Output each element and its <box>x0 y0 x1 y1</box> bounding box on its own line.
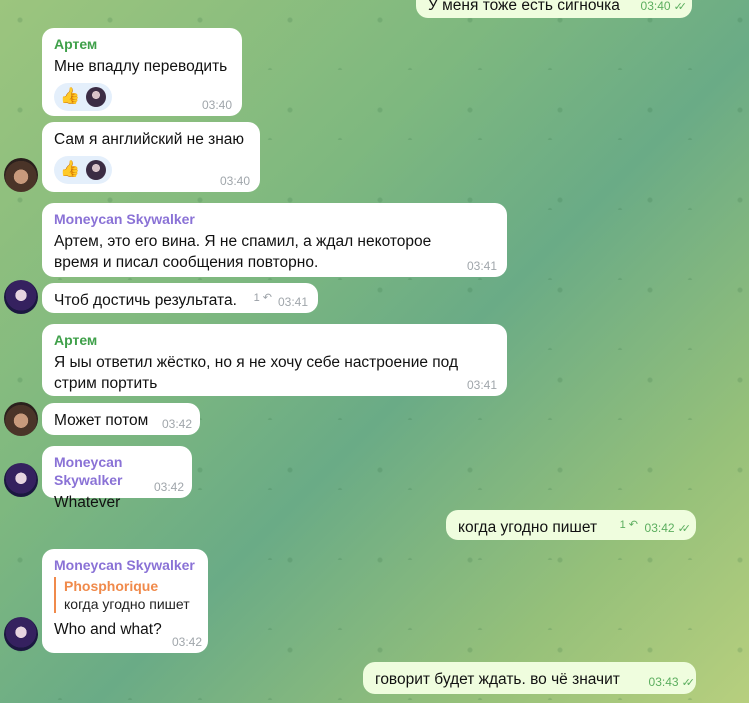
message-time: 03:40 <box>201 98 232 112</box>
reply-quote[interactable]: Phosphorique когда угодно пишет <box>54 577 196 613</box>
reactions-row: 👍 <box>54 156 248 184</box>
avatar[interactable] <box>4 463 38 497</box>
sender-name: Артем <box>54 36 98 52</box>
thumbs-up-icon: 👍 <box>60 161 80 178</box>
message-time: 03:42 <box>161 417 192 431</box>
message-time: 03:42 <box>171 635 202 649</box>
message-bubble-incoming[interactable]: Moneycan Skywalker Phosphorique когда уг… <box>42 549 208 653</box>
message-bubble-incoming[interactable]: Moneycan Skywalker Артем, это его вина. … <box>42 203 507 277</box>
message-bubble-incoming[interactable]: Чтоб достичь результата. 1 ↶ 03:41 <box>42 283 318 313</box>
reply-arrow-icon: ↶ <box>628 519 638 531</box>
message-text: Whatever <box>54 494 121 511</box>
message-text: Артем, это его вина. Я не спамил, а ждал… <box>54 233 432 271</box>
message-bubble-incoming[interactable]: Артем Я ыы ответил жёстко, но я не хочу … <box>42 324 507 396</box>
sender-name: Артем <box>54 332 98 348</box>
sender-name: Moneycan Skywalker <box>54 211 195 227</box>
message-bubble-incoming[interactable]: Moneycan Skywalker Whatever 03:42 <box>42 446 192 511</box>
message-text: Мне впадлу переводить <box>54 58 228 75</box>
message-text: У меня тоже есть сигночка <box>428 0 620 14</box>
message-time: 03:40 <box>219 174 250 188</box>
message-text: Чтоб достичь результата. <box>54 292 237 309</box>
double-check-icon: ✓✓ <box>673 1 688 13</box>
message-text: когда угодно пишет <box>458 519 598 536</box>
message-text: Может потом <box>54 412 149 429</box>
message-bubble-incoming[interactable]: Сам я английский не знаю 👍 03:40 <box>42 122 260 192</box>
avatar <box>85 87 106 107</box>
message-text: Я ыы ответил жёстко, но я не хочу себе н… <box>54 354 459 392</box>
message-time: 03:43 ✓✓ <box>648 675 696 689</box>
sender-name: Moneycan Skywalker <box>54 557 195 573</box>
message-text: говорит будет ждать. во чё значит <box>375 671 620 688</box>
reply-count[interactable]: 1 ↶ <box>254 288 272 309</box>
avatar[interactable] <box>4 280 38 314</box>
thumbs-up-icon: 👍 <box>60 88 80 105</box>
message-text: Сам я английский не знаю <box>54 131 245 148</box>
message-time: 03:42 <box>153 480 184 494</box>
message-bubble-outgoing[interactable]: говорит будет ждать. во чё значит 03:43 ✓… <box>363 662 696 694</box>
message-time: 03:40 ✓✓ <box>640 0 688 13</box>
message-time: 03:41 <box>277 295 308 309</box>
message-bubble-outgoing[interactable]: У меня тоже есть сигночка 03:40 ✓✓ <box>416 0 692 18</box>
reaction-chip[interactable]: 👍 <box>54 156 112 184</box>
reply-arrow-icon: ↶ <box>262 292 272 304</box>
avatar[interactable] <box>4 402 38 436</box>
message-time: 03:42 ✓✓ <box>644 521 692 535</box>
avatar[interactable] <box>4 617 38 651</box>
message-bubble-incoming[interactable]: Может потом 03:42 <box>42 403 200 435</box>
double-check-icon: ✓✓ <box>677 523 692 535</box>
message-bubble-outgoing[interactable]: когда угодно пишет 1 ↶ 03:42 ✓✓ <box>446 510 696 540</box>
message-time: 03:41 <box>466 259 497 273</box>
avatar <box>85 160 106 180</box>
reply-count[interactable]: 1 ↶ <box>620 515 638 536</box>
message-time: 03:41 <box>466 378 497 392</box>
quote-text: когда угодно пишет <box>64 596 190 612</box>
double-check-icon: ✓✓ <box>681 677 696 689</box>
avatar[interactable] <box>4 158 38 192</box>
message-bubble-incoming[interactable]: Артем Мне впадлу переводить 👍 03:40 <box>42 28 242 116</box>
reaction-chip[interactable]: 👍 <box>54 83 112 111</box>
quote-sender: Phosphorique <box>64 578 159 594</box>
